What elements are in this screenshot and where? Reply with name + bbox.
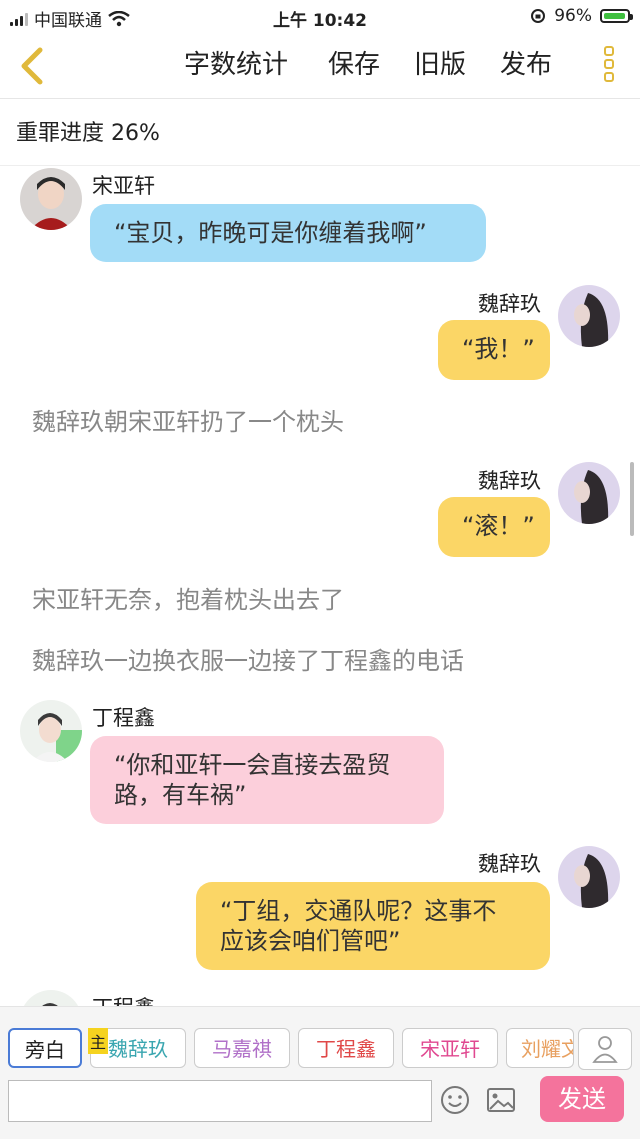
- publish-button[interactable]: 发布: [500, 44, 552, 81]
- battery-percent: 96%: [554, 6, 592, 26]
- speaker-name: 丁程鑫: [92, 706, 155, 730]
- message-bubble[interactable]: “宝贝，昨晚可是你缠着我啊”: [90, 204, 486, 262]
- old-version-button[interactable]: 旧版: [414, 44, 466, 81]
- top-toolbar: 字数统计 保存 旧版 发布: [0, 34, 640, 99]
- avatar[interactable]: [20, 700, 82, 762]
- narration-line[interactable]: 魏辞玖一边换衣服一边接了丁程鑫的电话: [32, 641, 464, 676]
- status-bar: 中国联通 上午 10:42 96%: [0, 0, 640, 34]
- message-input[interactable]: [8, 1080, 432, 1122]
- divider: [0, 165, 640, 166]
- role-chip-narration[interactable]: 旁白: [8, 1028, 82, 1068]
- speaker-name: 魏辞玖: [478, 469, 541, 493]
- back-chevron-icon[interactable]: [14, 44, 54, 88]
- more-menu-icon[interactable]: [594, 44, 624, 90]
- message-bubble[interactable]: “我！”: [438, 320, 550, 380]
- role-chip[interactable]: 刘耀文: [506, 1028, 574, 1068]
- message-bubble[interactable]: “丁组，交通队呢？这事不 应该会咱们管吧”: [196, 882, 550, 970]
- battery-icon: [600, 9, 633, 23]
- avatar[interactable]: [558, 462, 620, 524]
- narration-line[interactable]: 魏辞玖朝宋亚轩扔了一个枕头: [32, 402, 344, 437]
- avatar[interactable]: [20, 168, 82, 230]
- avatar[interactable]: [558, 846, 620, 908]
- role-chip[interactable]: 丁程鑫: [298, 1028, 394, 1068]
- send-button[interactable]: 发送: [540, 1076, 624, 1122]
- speaker-name: 魏辞玖: [478, 852, 541, 876]
- role-chip[interactable]: 马嘉祺: [194, 1028, 290, 1068]
- message-line: 路，有车祸”: [114, 781, 247, 809]
- narration-line[interactable]: 宋亚轩无奈，抱着枕头出去了: [32, 580, 344, 615]
- message-line: 应该会咱们管吧”: [220, 927, 401, 955]
- message-bubble[interactable]: “滚！”: [438, 497, 550, 557]
- role-chip[interactable]: 宋亚轩: [402, 1028, 498, 1068]
- speaker-name: 宋亚轩: [92, 174, 155, 198]
- word-count-button[interactable]: 字数统计: [184, 44, 288, 81]
- image-icon[interactable]: [486, 1086, 516, 1114]
- emoji-icon[interactable]: [440, 1085, 470, 1115]
- speaker-name: 魏辞玖: [478, 292, 541, 316]
- message-line: “你和亚轩一会直接去盈贸: [114, 751, 391, 779]
- orientation-lock-icon: [531, 9, 546, 23]
- host-badge: 主: [88, 1028, 109, 1054]
- save-button[interactable]: 保存: [328, 44, 380, 81]
- avatar[interactable]: [558, 285, 620, 347]
- message-bubble[interactable]: “你和亚轩一会直接去盈贸 路，有车祸”: [90, 736, 444, 824]
- progress-text: 重罪进度 26%: [16, 121, 160, 146]
- scrollbar[interactable]: [630, 462, 634, 536]
- message-line: “丁组，交通队呢？这事不: [220, 897, 497, 925]
- person-icon[interactable]: [578, 1028, 632, 1070]
